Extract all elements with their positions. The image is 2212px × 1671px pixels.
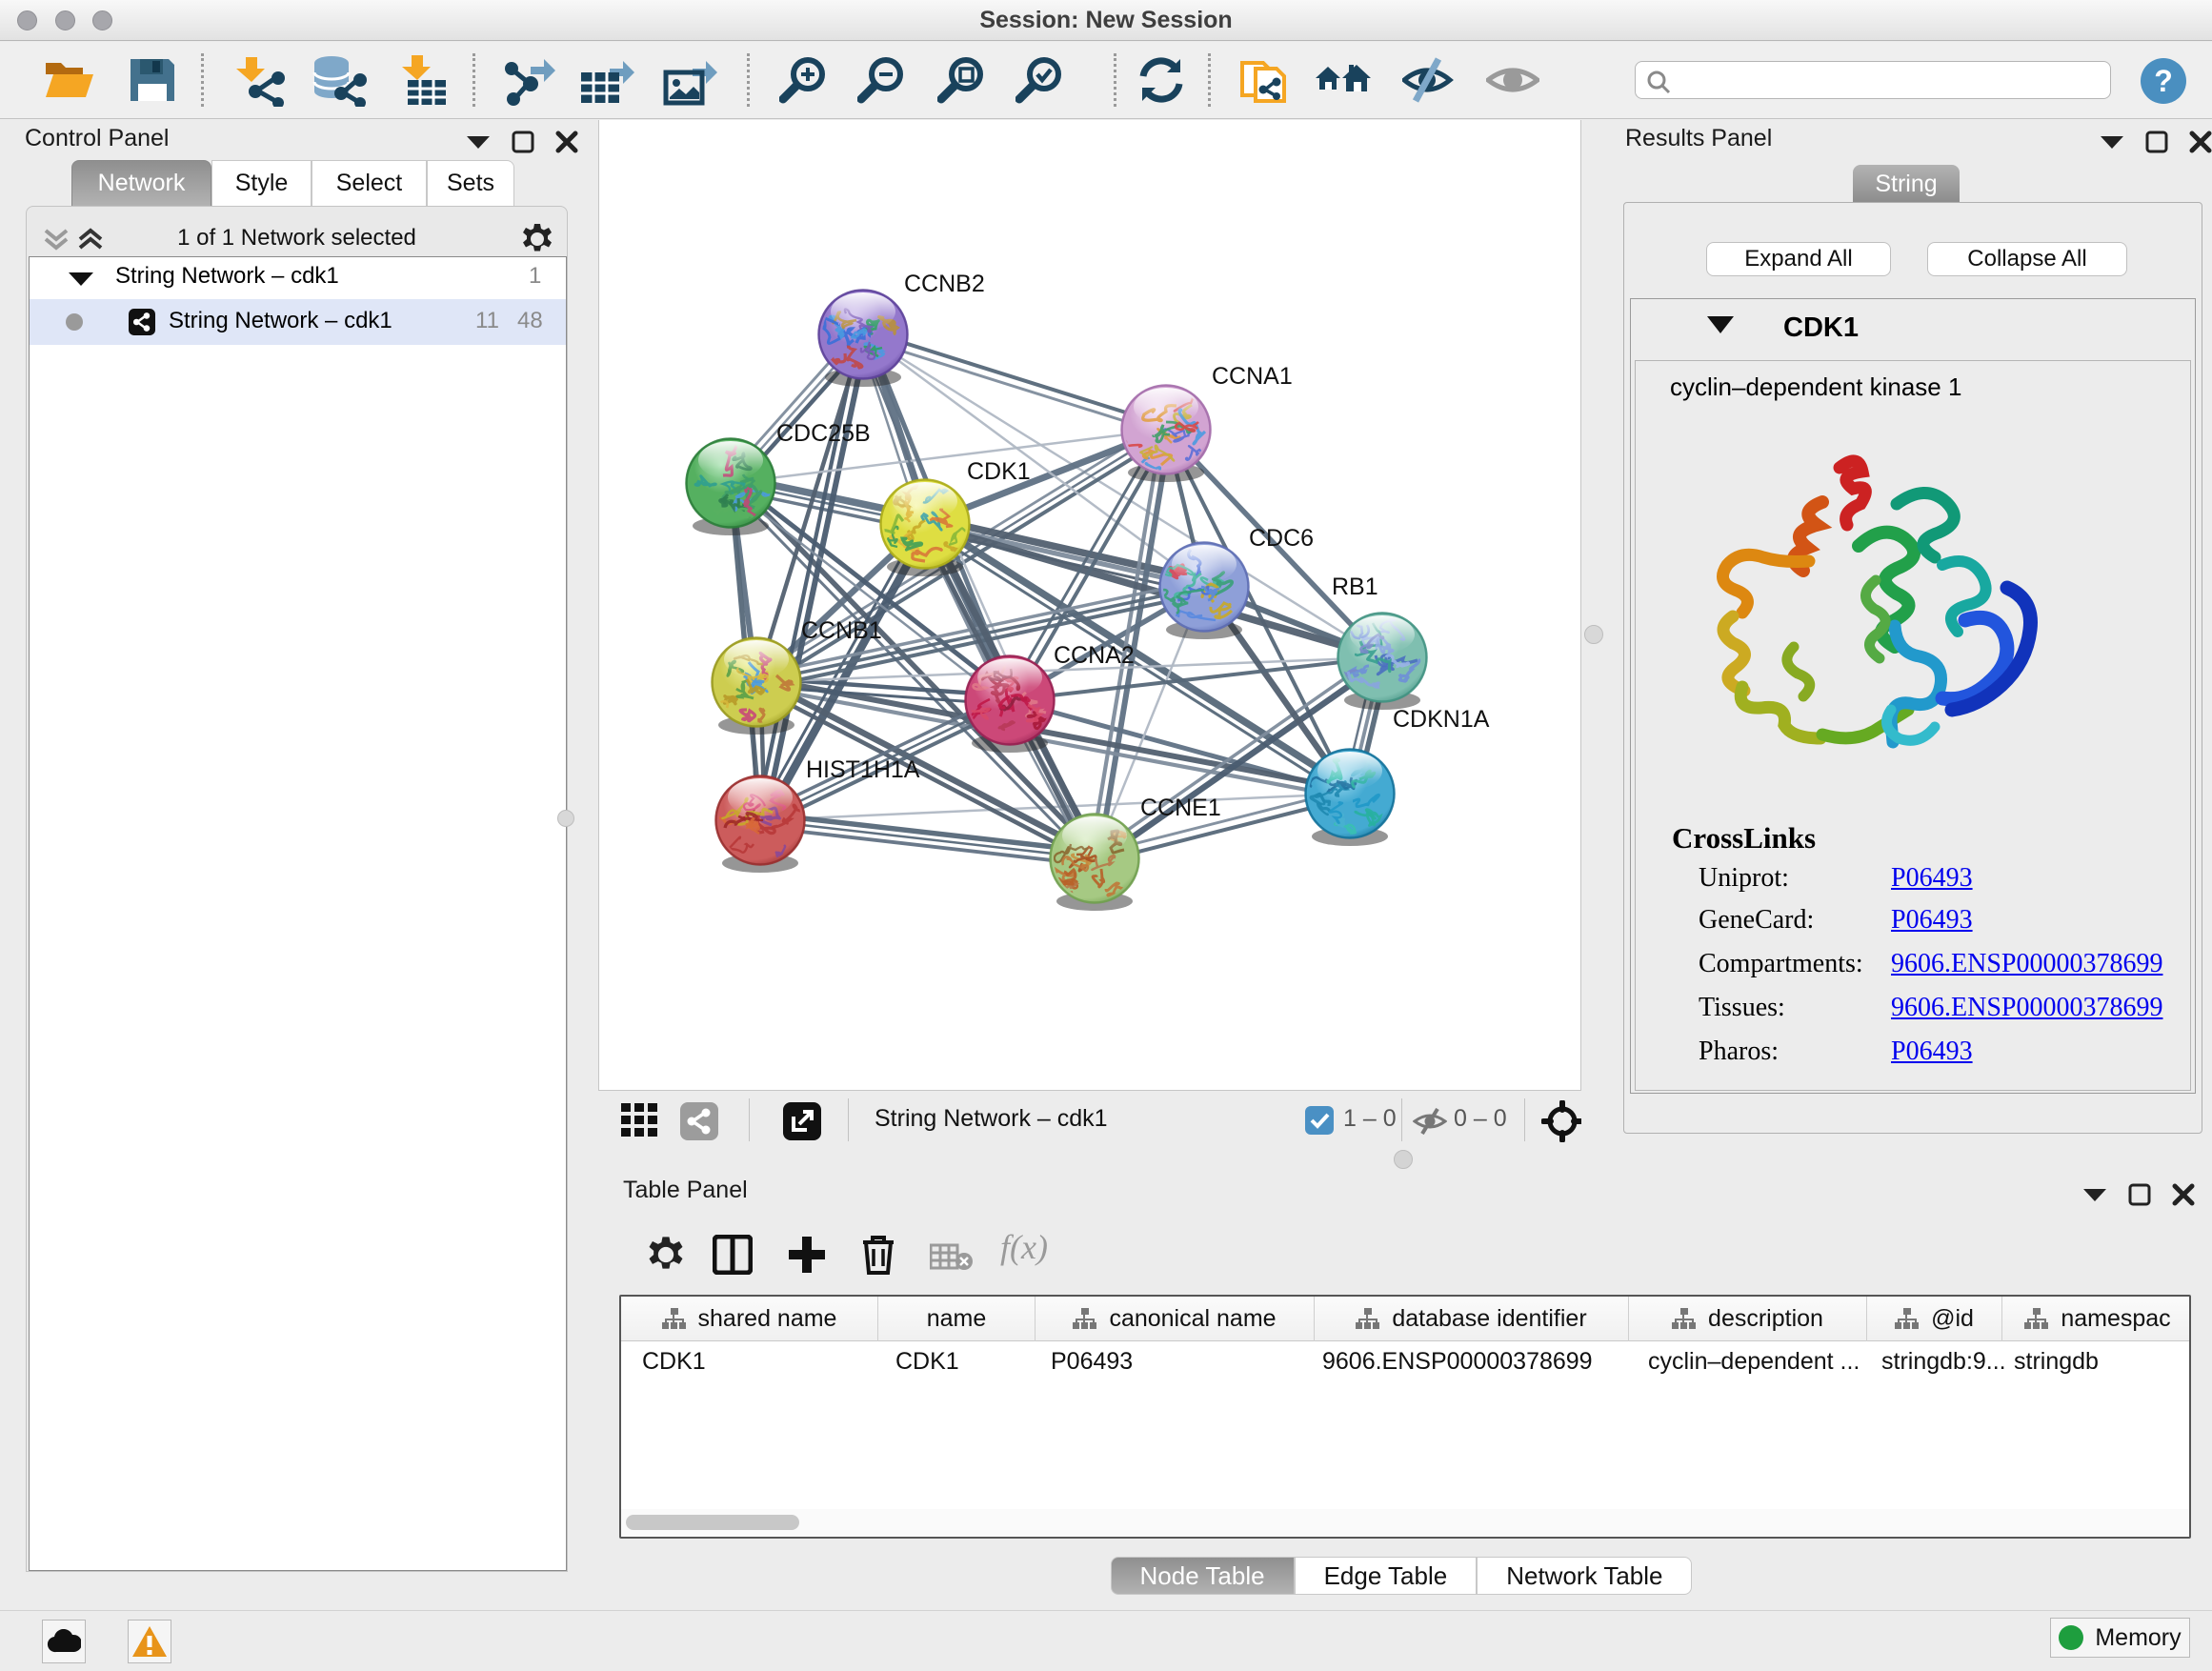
svg-text:CDC6: CDC6 xyxy=(1249,525,1314,552)
svg-text:CCNB2: CCNB2 xyxy=(904,271,985,297)
svg-text:?: ? xyxy=(2154,64,2173,98)
svg-text:HIST1H1A: HIST1H1A xyxy=(806,756,920,783)
svg-text:CCNA2: CCNA2 xyxy=(1054,642,1135,669)
svg-text:CDC25B: CDC25B xyxy=(776,420,871,447)
svg-text:CCNE1: CCNE1 xyxy=(1140,795,1221,821)
svg-text:CDKN1A: CDKN1A xyxy=(1393,706,1490,733)
svg-text:RB1: RB1 xyxy=(1332,574,1378,600)
svg-text:CCNA1: CCNA1 xyxy=(1212,363,1293,390)
svg-text:CDK1: CDK1 xyxy=(967,458,1031,485)
svg-text:CCNB1: CCNB1 xyxy=(801,617,882,644)
